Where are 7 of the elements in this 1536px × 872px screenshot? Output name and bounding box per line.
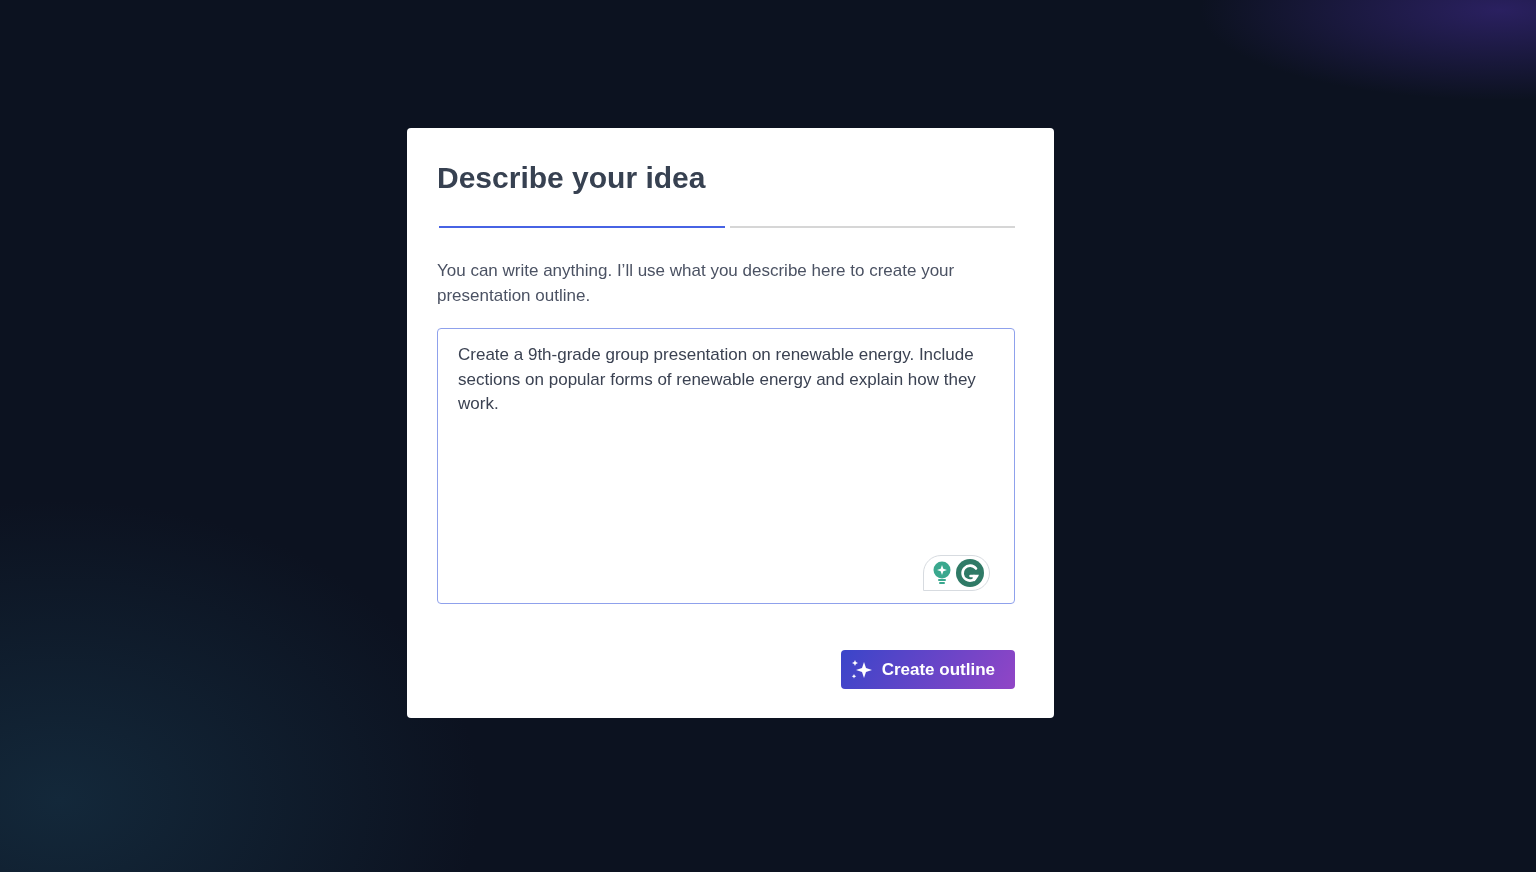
lightbulb-icon <box>932 561 952 585</box>
g-logo-icon <box>956 559 984 587</box>
create-outline-button[interactable]: Create outline <box>840 650 1015 689</box>
writing-assistant-widget[interactable] <box>923 555 990 591</box>
dialog-title: Describe your idea <box>437 160 707 196</box>
idea-textarea[interactable]: Create a 9th-grade group presentation on renewable energy. Include sections on popular forms of renewable energy and explain how they work. <box>437 328 1015 604</box>
description-text: You can write anything. I’ll use what you describe here to create your presentation outline. <box>437 260 956 307</box>
